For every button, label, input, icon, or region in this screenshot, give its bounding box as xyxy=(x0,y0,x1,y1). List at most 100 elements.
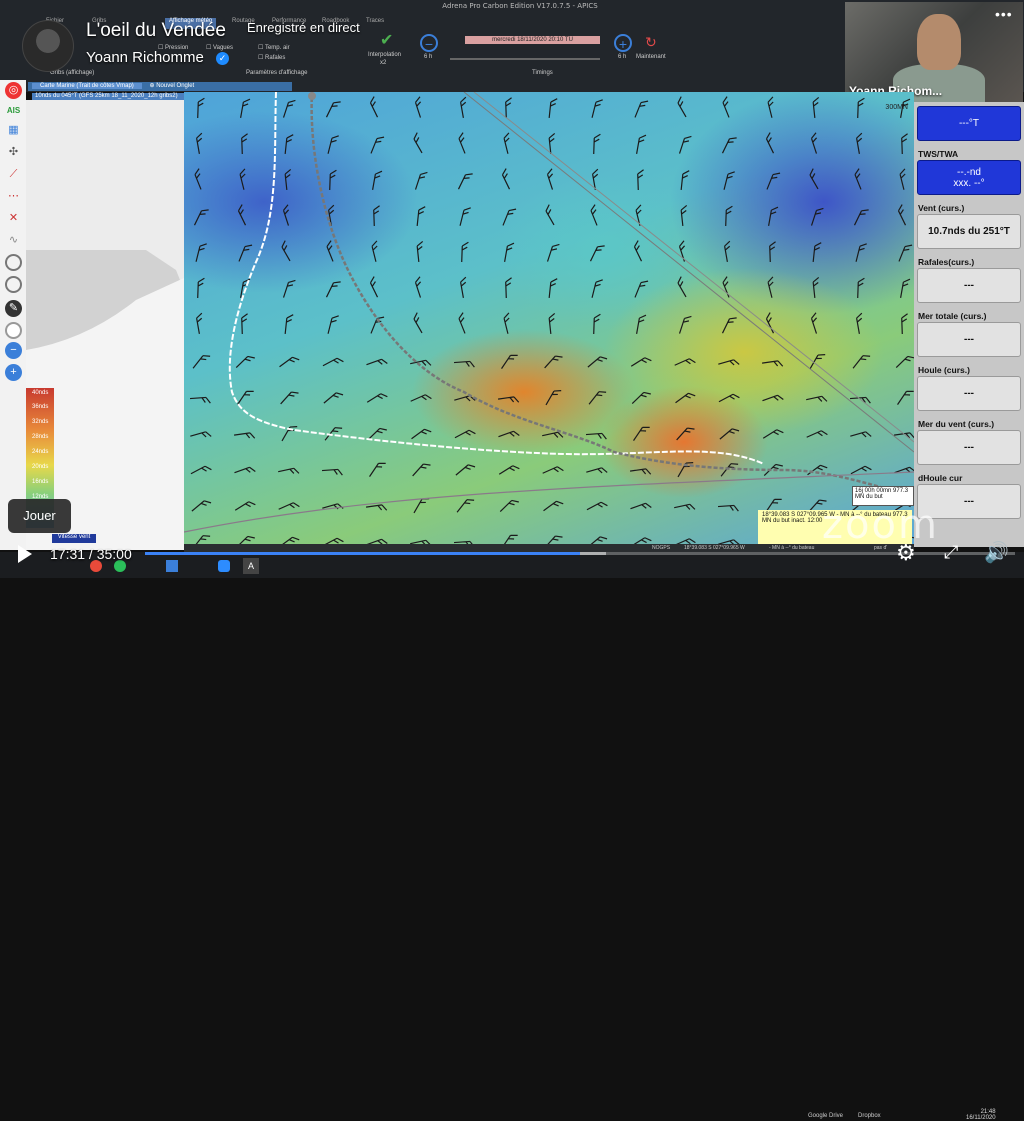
windsea-value: --- xyxy=(917,430,1021,465)
adrena-icon[interactable]: A xyxy=(243,558,259,574)
status-bar: NOGPS 18°39.083 S 027°09.965 W - MN à --… xyxy=(184,544,914,552)
tws-display: --.-nd xxx. --° xyxy=(917,160,1021,195)
app-icon[interactable] xyxy=(166,560,178,572)
forecast-line-2 xyxy=(473,92,914,443)
routing-line xyxy=(310,92,914,499)
video-time: 17:31 / 35:00 xyxy=(50,546,132,562)
sea-value: --- xyxy=(917,322,1021,357)
check-air-temp-label: Temp. air xyxy=(264,45,290,51)
wind-value: 10.7nds du 251°T xyxy=(917,214,1021,249)
presenter-face xyxy=(917,14,961,70)
group-label-gribs: Gribs (affichage) xyxy=(50,70,95,76)
check-gusts[interactable]: ☐ Rafales xyxy=(258,54,285,61)
legend-label: 20nds xyxy=(32,464,49,470)
measure-icon[interactable]: ⋯ xyxy=(5,188,22,205)
system-clock: 21:48 16/11/2020 xyxy=(966,1109,996,1121)
twa-value: xxx. --° xyxy=(953,177,985,189)
step-forward-icon[interactable]: + xyxy=(614,34,632,52)
windsea-label: Mer du vent (curs.) xyxy=(918,419,995,429)
zoom-out-icon[interactable]: − xyxy=(5,342,22,359)
ais-icon[interactable]: AIS xyxy=(5,102,22,119)
channel-avatar[interactable] xyxy=(22,20,74,72)
legend-label: 36nds xyxy=(32,404,49,410)
swell-value: --- xyxy=(917,376,1021,411)
fullscreen-icon[interactable]: ⤢ xyxy=(944,542,958,563)
legend-label: 32nds xyxy=(32,419,49,425)
status-nogps: NOGPS xyxy=(652,545,671,551)
legend-caption: Vitesse vent xyxy=(52,534,96,543)
channel-name[interactable]: Yoann Richomme xyxy=(86,49,204,66)
clock-date: 16/11/2020 xyxy=(966,1115,996,1121)
settings-gear-icon[interactable]: ⚙ xyxy=(896,540,916,566)
route-icon[interactable]: ⟋ xyxy=(5,166,22,183)
forecast-line xyxy=(463,92,914,453)
tab-traces[interactable]: Traces xyxy=(362,18,388,29)
mark-icon[interactable]: ✕ xyxy=(5,210,22,227)
step-back-value: 6 h xyxy=(424,54,433,60)
route-layer xyxy=(184,92,914,533)
gusts-label: Rafales(curs.) xyxy=(918,257,975,267)
instrument-panel: ---°T TWS/TWA --.-nd xxx. --° Vent (curs… xyxy=(914,102,1024,547)
zoom-in-icon[interactable]: + xyxy=(5,364,22,381)
left-toolbar: ◎ AIS ▦ ✣ ⟋ ⋯ ✕ ∿ ✎ − + xyxy=(0,80,26,550)
tray-google-drive[interactable]: Google Drive xyxy=(808,1113,843,1119)
boat-marker xyxy=(308,92,316,100)
check-gusts-label: Rafales xyxy=(265,55,286,61)
tray-dropbox[interactable]: Dropbox xyxy=(858,1113,881,1119)
swell-label: Houle (curs.) xyxy=(918,365,970,375)
status-extra: pas d' xyxy=(874,545,888,551)
legend-label: 16nds xyxy=(32,479,49,485)
status-coords: 18°39.083 S 027°09.965 W xyxy=(684,545,745,551)
check-waves-label: Vagues xyxy=(213,45,233,51)
target-icon[interactable] xyxy=(5,276,22,293)
map-tab-primary[interactable]: Carte Marine (Trait de côtes Vmap) xyxy=(32,83,142,89)
map-scale: 300MN xyxy=(885,104,908,111)
video-progress-track[interactable] xyxy=(145,552,1015,555)
wind-label: Vent (curs.) xyxy=(918,203,965,213)
tws-label: TWS/TWA xyxy=(918,149,959,159)
time-slider[interactable] xyxy=(450,58,600,60)
webcam-feed: Yoann Richom... ••• xyxy=(845,2,1023,102)
track-icon[interactable]: ∿ xyxy=(5,232,22,249)
zoom-app-icon[interactable] xyxy=(218,560,230,572)
verified-icon: ✓ xyxy=(216,52,229,65)
now-button[interactable]: Maintenant xyxy=(636,54,666,60)
center-icon[interactable] xyxy=(5,322,22,339)
fan-icon[interactable]: ✣ xyxy=(5,144,22,161)
legend-label: 24nds xyxy=(32,449,49,455)
checkmark-icon[interactable]: ✔ xyxy=(380,30,393,50)
gusts-value: --- xyxy=(917,268,1021,303)
window-title: Adrena Pro Carbon Edition V17.0.7.5 - AP… xyxy=(442,2,598,10)
os-taskbar: A Google Drive Dropbox 21:48 16/11/2020 xyxy=(0,552,1024,1121)
dswell-label: dHoule cur xyxy=(918,473,963,483)
tws-value: --.-nd xyxy=(957,166,981,178)
live-badge: Enregistré en direct xyxy=(247,20,360,35)
legend-label: 28nds xyxy=(32,434,49,440)
step-forward-value: 6 h xyxy=(618,54,627,60)
group-label-display: Paramètres d'affichage xyxy=(246,70,308,76)
compass-icon[interactable]: ✎ xyxy=(5,300,22,317)
refresh-now-icon[interactable]: ↻ xyxy=(645,34,657,51)
circle-tool-icon[interactable] xyxy=(5,254,22,271)
video-title[interactable]: L'oeil du Vendée xyxy=(86,20,226,42)
layers-icon[interactable]: ▦ xyxy=(5,122,22,139)
group-label-timings: Timings xyxy=(532,70,553,76)
map-tab-secondary[interactable]: ⊕ Nouvel Onglet xyxy=(143,83,200,89)
map-tab-secondary-label: Nouvel Onglet xyxy=(156,83,195,89)
video-progress xyxy=(145,552,580,555)
sea-label: Mer totale (curs.) xyxy=(918,311,987,321)
volume-icon[interactable]: 🔊 xyxy=(984,540,1009,565)
play-icon[interactable] xyxy=(18,545,32,563)
zoom-watermark: zoom xyxy=(822,502,939,548)
step-back-icon[interactable]: − xyxy=(420,34,438,52)
check-air-temp[interactable]: ☐ Temp. air xyxy=(258,44,290,51)
check-waves[interactable]: ☐ Vagues xyxy=(206,44,233,51)
heading-display: ---°T xyxy=(917,106,1021,141)
more-options-icon[interactable]: ••• xyxy=(995,6,1013,22)
interpolation-label: Interpolation xyxy=(368,52,402,58)
weather-map[interactable]: 300MN xyxy=(184,92,914,544)
status-bearing: - MN à --° du bateau xyxy=(769,545,815,551)
interpolation-value[interactable]: x2 xyxy=(380,60,386,66)
lifebuoy-icon[interactable]: ◎ xyxy=(5,82,22,99)
legend-label: 40nds xyxy=(32,390,49,396)
